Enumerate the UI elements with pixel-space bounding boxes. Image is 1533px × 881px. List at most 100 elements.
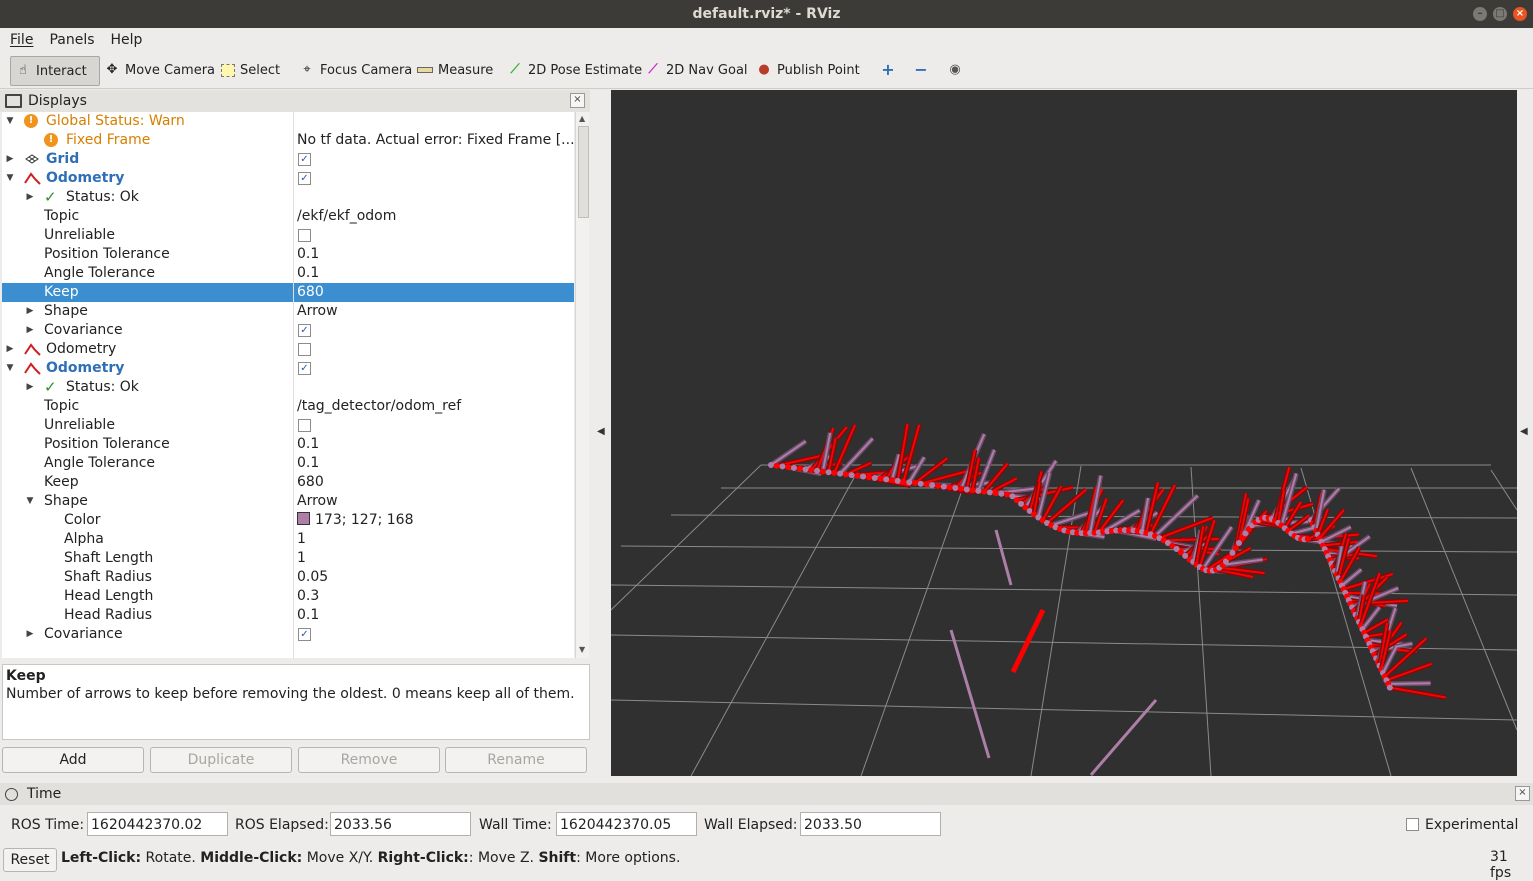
view-menu-button[interactable]: ◉ (947, 56, 963, 84)
ros-time-field[interactable]: 1620442370.02 (87, 812, 228, 836)
expand-arrow-icon[interactable]: ▶ (5, 150, 15, 169)
reset-button[interactable]: Reset (3, 848, 57, 872)
rename-button[interactable]: Rename (445, 747, 587, 773)
close-icon[interactable]: × (1513, 7, 1527, 21)
maximize-icon[interactable]: □ (1493, 7, 1507, 21)
property-value[interactable]: 0.1 (297, 264, 319, 283)
tree-row[interactable]: Head Radius0.1 (2, 606, 574, 625)
tree-row[interactable]: Topic/ekf/ekf_odom (2, 207, 574, 226)
tree-row[interactable]: ▼Odometry✓ (2, 169, 574, 188)
collapse-left-icon[interactable]: ◀ (597, 426, 605, 437)
enabled-checkbox[interactable]: ✓ (298, 172, 311, 185)
tree-row[interactable]: Position Tolerance0.1 (2, 435, 574, 454)
property-value[interactable]: 1 (297, 530, 306, 549)
scroll-down-icon[interactable]: ▼ (579, 645, 585, 654)
add-button[interactable]: Add (2, 747, 144, 773)
tree-row[interactable]: Shaft Length1 (2, 549, 574, 568)
property-value[interactable]: Arrow (297, 492, 338, 511)
enabled-checkbox[interactable]: ✓ (298, 362, 311, 375)
column-divider[interactable] (293, 112, 294, 658)
tree-row[interactable]: Unreliable (2, 416, 574, 435)
expand-arrow-icon[interactable]: ▶ (25, 321, 35, 340)
tree-row[interactable]: ▼Odometry✓ (2, 359, 574, 378)
menu-panels[interactable]: Panels (49, 32, 94, 48)
pose-estimate-tool[interactable]: ⟋ 2D Pose Estimate (507, 56, 642, 84)
collapse-arrow-icon[interactable]: ▼ (25, 492, 35, 511)
tree-row[interactable]: ▶Covariance✓ (2, 625, 574, 644)
tree-row[interactable]: Topic/tag_detector/odom_ref (2, 397, 574, 416)
nav-goal-tool[interactable]: ⟋ 2D Nav Goal (645, 56, 748, 84)
wall-elapsed-field[interactable]: 2033.50 (800, 812, 941, 836)
enabled-checkbox[interactable] (298, 419, 311, 432)
enabled-checkbox[interactable]: ✓ (298, 628, 311, 641)
collapse-arrow-icon[interactable]: ▼ (5, 112, 15, 131)
scene-canvas[interactable] (611, 90, 1517, 776)
minimize-icon[interactable]: – (1473, 7, 1487, 21)
color-value[interactable]: 173; 127; 168 (297, 511, 414, 530)
property-value[interactable]: 0.1 (297, 435, 319, 454)
tree-row[interactable]: Angle Tolerance0.1 (2, 454, 574, 473)
tree-row[interactable]: Head Length0.3 (2, 587, 574, 606)
expand-arrow-icon[interactable]: ▶ (25, 302, 35, 321)
expand-arrow-icon[interactable]: ▶ (25, 625, 35, 644)
enabled-checkbox[interactable] (298, 343, 311, 356)
tree-row[interactable]: ▶✓Status: Ok (2, 378, 574, 397)
property-value[interactable]: 0.05 (297, 568, 328, 587)
tree-row[interactable]: Angle Tolerance0.1 (2, 264, 574, 283)
tree-row[interactable]: ▶Covariance✓ (2, 321, 574, 340)
property-value[interactable]: /ekf/ekf_odom (297, 207, 396, 226)
close-panel-icon[interactable]: × (570, 93, 585, 108)
property-value[interactable]: 680 (297, 473, 324, 492)
left-collapse-handle[interactable]: ◀ (592, 90, 610, 776)
close-time-panel-icon[interactable]: × (1515, 786, 1530, 801)
tree-row[interactable]: Alpha1 (2, 530, 574, 549)
interact-tool[interactable]: ☝ Interact (10, 56, 100, 86)
wall-time-field[interactable]: 1620442370.05 (556, 812, 697, 836)
property-value[interactable]: 0.3 (297, 587, 319, 606)
tree-row[interactable]: ▼ShapeArrow (2, 492, 574, 511)
tree-row[interactable]: Keep680 (2, 283, 574, 302)
remove-tool-button[interactable]: − (913, 56, 929, 84)
enabled-checkbox[interactable]: ✓ (298, 324, 311, 337)
scroll-thumb[interactable] (578, 126, 589, 218)
property-value[interactable]: 1 (297, 549, 306, 568)
tree-row[interactable]: ▶Odometry (2, 340, 574, 359)
move-camera-tool[interactable]: ✥ Move Camera (104, 56, 215, 84)
tree-row[interactable]: Position Tolerance0.1 (2, 245, 574, 264)
property-value[interactable]: /tag_detector/odom_ref (297, 397, 461, 416)
expand-arrow-icon[interactable]: ▶ (25, 378, 35, 397)
tree-row[interactable]: ▶ShapeArrow (2, 302, 574, 321)
tree-row[interactable]: !Fixed FrameNo tf data. Actual error: Fi… (2, 131, 574, 150)
property-value[interactable]: 0.1 (297, 606, 319, 625)
ros-elapsed-field[interactable]: 2033.56 (330, 812, 471, 836)
property-value[interactable]: 0.1 (297, 454, 319, 473)
property-value[interactable]: No tf data. Actual error: Fixed Frame [.… (297, 131, 574, 150)
menu-file[interactable]: File (10, 32, 33, 48)
menu-help[interactable]: Help (111, 32, 143, 48)
collapse-right-icon[interactable]: ◀ (1520, 426, 1528, 437)
property-value[interactable]: Arrow (297, 302, 338, 321)
collapse-arrow-icon[interactable]: ▼ (5, 169, 15, 188)
collapse-arrow-icon[interactable]: ▼ (5, 359, 15, 378)
color-swatch[interactable] (297, 512, 310, 525)
property-value[interactable]: 680 (297, 283, 324, 302)
tree-row[interactable]: Keep680 (2, 473, 574, 492)
select-tool[interactable]: Select (221, 56, 280, 84)
expand-arrow-icon[interactable]: ▶ (25, 188, 35, 207)
tree-scrollbar[interactable]: ▲ ▼ (575, 112, 589, 658)
scroll-up-icon[interactable]: ▲ (579, 114, 585, 123)
property-value[interactable]: 0.1 (297, 245, 319, 264)
right-collapse-handle[interactable]: ◀ (1517, 90, 1533, 776)
measure-tool[interactable]: Measure (417, 56, 493, 84)
focus-camera-tool[interactable]: ⌖ Focus Camera (299, 56, 412, 84)
enabled-checkbox[interactable] (298, 229, 311, 242)
tree-row[interactable]: Color173; 127; 168 (2, 511, 574, 530)
publish-point-tool[interactable]: ● Publish Point (756, 56, 860, 84)
tree-row[interactable]: ▶✓Status: Ok (2, 188, 574, 207)
tree-row[interactable]: Unreliable (2, 226, 574, 245)
tree-row[interactable]: Shaft Radius0.05 (2, 568, 574, 587)
expand-arrow-icon[interactable]: ▶ (5, 340, 15, 359)
enabled-checkbox[interactable]: ✓ (298, 153, 311, 166)
tree-row[interactable]: ▶Grid✓ (2, 150, 574, 169)
add-tool-button[interactable]: + (880, 56, 896, 84)
